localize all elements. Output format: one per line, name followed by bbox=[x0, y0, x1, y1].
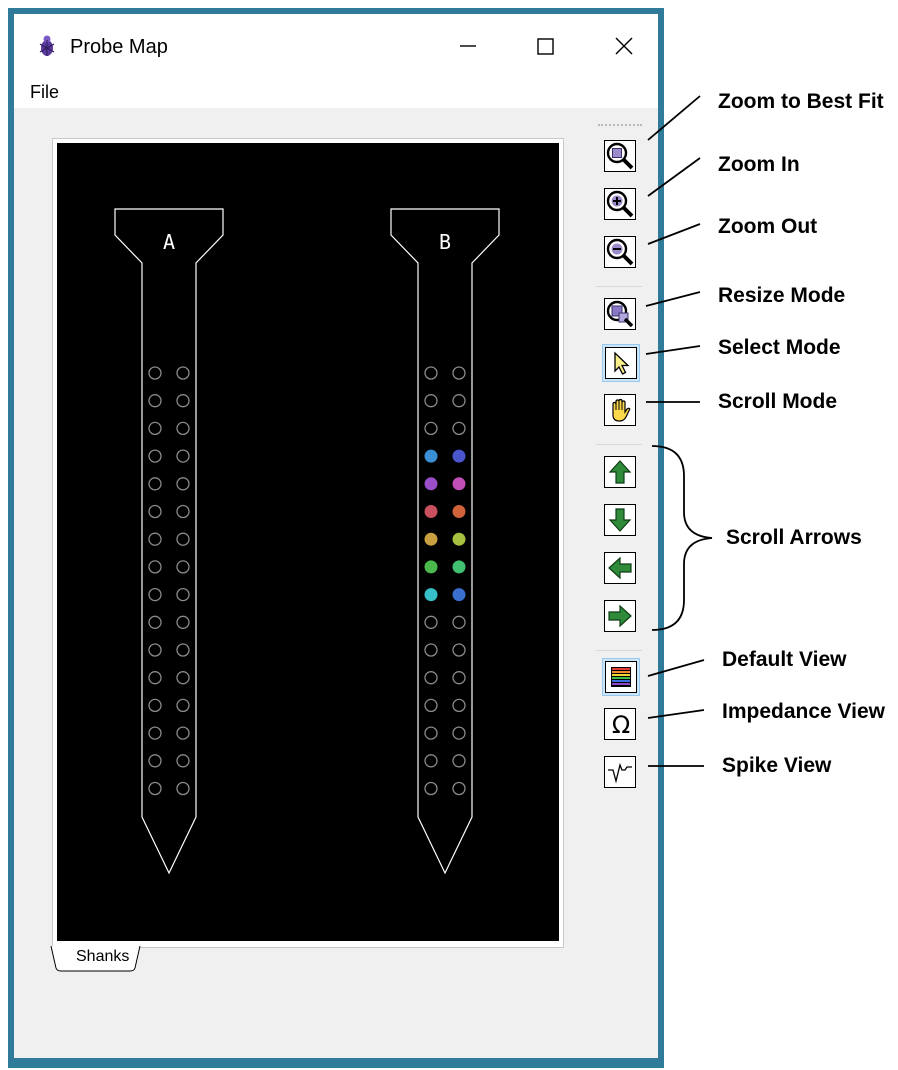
annotation-spike-view: Spike View bbox=[722, 754, 832, 777]
annotation-default-view: Default View bbox=[722, 648, 847, 671]
annotation-scroll-mode: Scroll Mode bbox=[718, 390, 838, 413]
annotation-resize-mode: Resize Mode bbox=[718, 284, 846, 307]
annotation-zoom-best-fit: Zoom to Best Fit bbox=[718, 90, 884, 113]
annotation-zoom-out: Zoom Out bbox=[718, 215, 818, 238]
annotation-scroll-arrows: Scroll Arrows bbox=[726, 526, 862, 549]
annotation-select-mode: Select Mode bbox=[718, 336, 841, 359]
annotation-zoom-in: Zoom In bbox=[718, 153, 800, 176]
annotation-impedance-view: Impedance View bbox=[722, 700, 886, 723]
